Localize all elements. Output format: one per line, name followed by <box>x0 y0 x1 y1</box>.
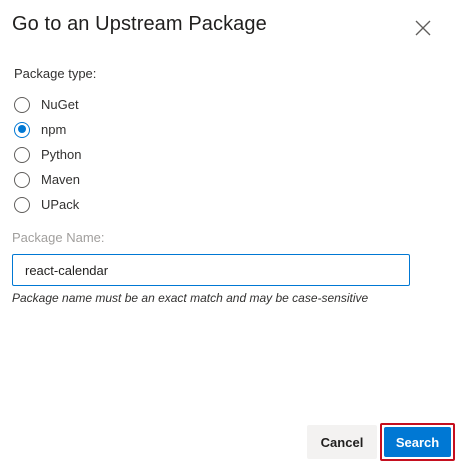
dialog-title: Go to an Upstream Package <box>12 13 267 35</box>
radio-option-python[interactable]: Python <box>14 142 81 167</box>
radio-option-maven[interactable]: Maven <box>14 167 81 192</box>
package-name-input[interactable] <box>12 254 410 286</box>
radio-label: Python <box>41 146 82 162</box>
upstream-package-dialog: Go to an Upstream Package Package type: … <box>0 0 467 472</box>
close-button[interactable] <box>412 17 434 39</box>
radio-button[interactable] <box>14 196 30 213</box>
radio-button[interactable] <box>14 146 30 163</box>
radio-label: NuGet <box>41 96 79 112</box>
radio-button-selected[interactable] <box>14 121 30 138</box>
radio-button[interactable] <box>14 96 30 113</box>
package-type-label: Package type: <box>14 66 97 81</box>
radio-option-nuget[interactable]: NuGet <box>14 92 81 117</box>
radio-button[interactable] <box>14 171 30 188</box>
close-icon <box>412 17 434 39</box>
package-name-label: Package Name: <box>12 230 105 245</box>
cancel-button[interactable]: Cancel <box>307 425 377 459</box>
radio-label: npm <box>41 121 67 137</box>
package-type-radio-group: NuGet npm Python Maven UPack <box>14 92 81 217</box>
radio-label: Maven <box>41 171 81 187</box>
radio-label: UPack <box>41 196 80 212</box>
package-name-hint: Package name must be an exact match and … <box>12 291 369 305</box>
search-button[interactable]: Search <box>384 427 451 457</box>
radio-option-upack[interactable]: UPack <box>14 192 81 217</box>
radio-option-npm[interactable]: npm <box>14 117 81 142</box>
